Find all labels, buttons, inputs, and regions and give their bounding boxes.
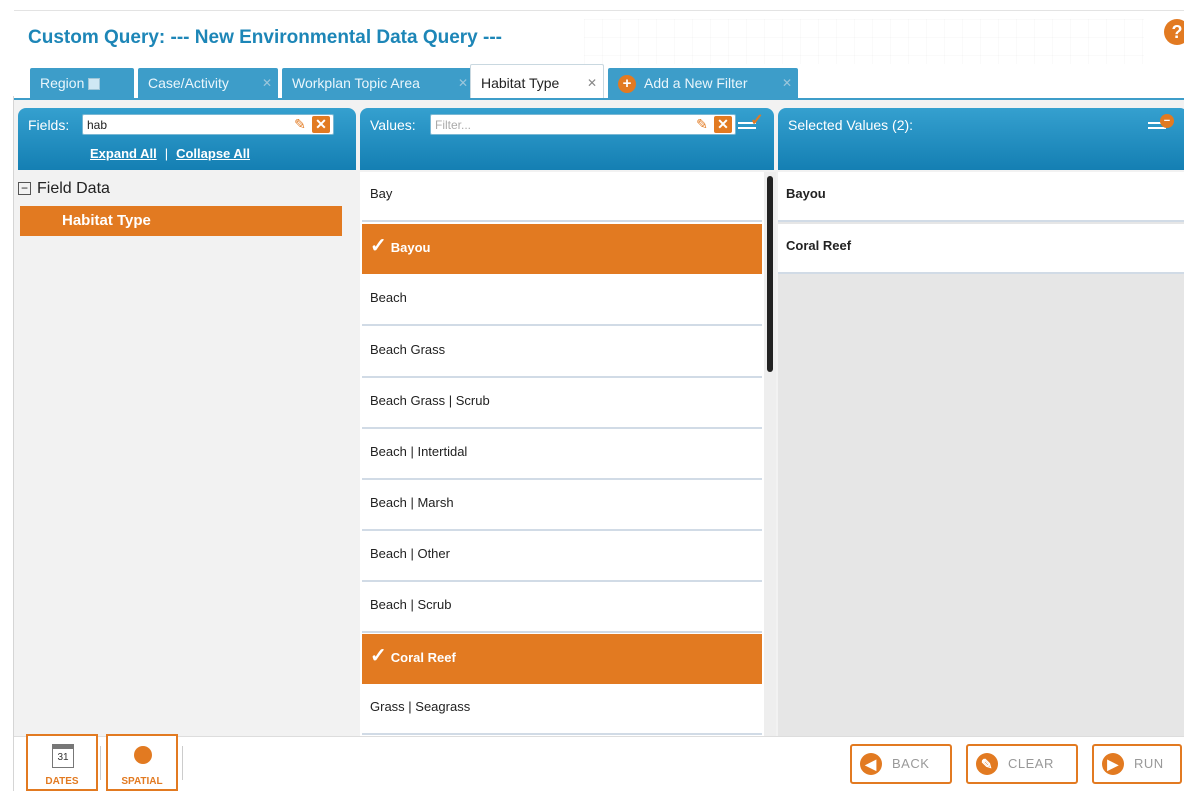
help-icon[interactable]: ?	[1164, 19, 1184, 45]
tab-workplan-topic-area[interactable]: Workplan Topic Area ✕	[282, 68, 474, 98]
select-all-icon[interactable]: ✓	[738, 113, 764, 132]
spatial-label: SPATIAL	[121, 776, 163, 787]
title-bar: Custom Query: --- New Environmental Data…	[14, 10, 1184, 65]
calendar-icon	[88, 78, 101, 91]
tab-add-new-filter[interactable]: + Add a New Filter ✕	[608, 68, 798, 98]
list-item[interactable]: Beach	[362, 276, 762, 326]
close-icon[interactable]: ✕	[458, 68, 468, 98]
arrow-left-icon: ◀	[860, 753, 882, 775]
tree-node-habitat-type[interactable]: Habitat Type	[20, 206, 342, 236]
globe-icon	[134, 746, 152, 764]
list-item-label: Beach | Marsh	[370, 495, 454, 510]
back-label: BACK	[892, 756, 930, 771]
calendar-icon: 31	[52, 744, 74, 768]
clear-icon[interactable]: ✕	[714, 116, 732, 133]
list-item[interactable]: Beach | Marsh	[362, 481, 762, 531]
list-item-label: Beach Grass | Scrub	[370, 393, 490, 408]
list-item[interactable]: ✓ Bayou	[362, 224, 762, 274]
check-icon: ✓	[370, 235, 387, 257]
values-filter-input[interactable]	[435, 117, 685, 132]
clear-button[interactable]: ✎ CLEAR	[966, 744, 1078, 784]
spatial-button[interactable]: SPATIAL	[106, 734, 178, 791]
dates-label: DATES	[45, 776, 79, 787]
selected-values-label: Selected Values (2):	[788, 117, 914, 133]
tab-label: Workplan Topic Area	[292, 75, 420, 91]
header-pattern	[584, 19, 1144, 65]
collapse-all-link[interactable]: Collapse All	[176, 146, 250, 161]
list-item-label: Grass | Seagrass	[370, 699, 471, 714]
selected-values-list: Bayou Coral Reef	[778, 172, 1184, 738]
values-list: Bay ✓ Bayou Beach Beach Grass Beach Grass…	[360, 172, 764, 738]
values-scrollbar[interactable]	[764, 172, 776, 738]
filter-tabs: Region Case/Activity ✕ Workplan Topic Are…	[14, 64, 1184, 98]
divider	[100, 746, 101, 780]
arrow-right-icon: ▶	[1102, 753, 1124, 775]
tab-label: Add a New Filter	[644, 75, 748, 91]
tab-region[interactable]: Region	[30, 68, 134, 98]
field-tree: − Field Data Habitat Type	[18, 172, 356, 738]
list-item[interactable]: Bayou	[778, 172, 1184, 222]
tab-case-activity[interactable]: Case/Activity ✕	[138, 68, 278, 98]
check-icon: ✓	[370, 645, 387, 667]
values-filter: ✎ ✕	[430, 114, 736, 135]
list-item[interactable]: Beach Grass | Scrub	[362, 379, 762, 429]
left-edge	[0, 96, 14, 791]
fields-label: Fields:	[28, 117, 70, 133]
back-button[interactable]: ◀ BACK	[850, 744, 952, 784]
list-item[interactable]: Beach | Other	[362, 532, 762, 582]
tree-controls: Expand All | Collapse All	[90, 146, 250, 161]
collapse-toggle-icon[interactable]: −	[18, 182, 31, 196]
page-title: Custom Query: --- New Environmental Data…	[28, 27, 503, 48]
plus-icon: +	[618, 75, 636, 94]
list-item-label: Coral Reef	[390, 650, 456, 665]
close-icon[interactable]: ✕	[262, 68, 272, 98]
divider	[182, 746, 183, 780]
fields-search: ✎ ✕	[82, 114, 334, 135]
tree-node-field-data[interactable]: − Field Data	[18, 180, 110, 198]
clear-label: CLEAR	[1008, 756, 1054, 771]
list-item-label: Beach | Other	[370, 546, 450, 561]
dates-button[interactable]: 31 DATES	[26, 734, 98, 791]
close-icon[interactable]: ✕	[782, 68, 792, 98]
selected-panel-header: Selected Values (2): −	[778, 108, 1184, 170]
list-item-label: Bayou	[390, 240, 431, 255]
pencil-icon[interactable]: ✎	[693, 116, 711, 133]
close-icon[interactable]: ✕	[587, 65, 597, 101]
clear-icon[interactable]: ✕	[312, 116, 330, 133]
separator: |	[164, 146, 169, 161]
values-label: Values:	[370, 117, 416, 133]
list-item[interactable]: Beach | Scrub	[362, 583, 762, 633]
list-item[interactable]: Beach | Intertidal	[362, 430, 762, 480]
list-item[interactable]: Coral Reef	[778, 224, 1184, 274]
tab-label: Habitat Type	[481, 75, 560, 91]
tab-label: Case/Activity	[148, 75, 229, 91]
list-item-label: Beach | Scrub	[370, 597, 452, 612]
list-item[interactable]: Grass | Seagrass	[362, 685, 762, 735]
values-panel-header: Values: ✎ ✕ ✓	[360, 108, 774, 170]
list-item[interactable]: ✓ Coral Reef	[362, 634, 762, 684]
tree-node-label: Field Data	[37, 180, 110, 197]
run-button[interactable]: ▶ RUN	[1092, 744, 1182, 784]
fields-search-input[interactable]	[87, 117, 283, 132]
broom-icon: ✎	[976, 753, 998, 775]
list-item-label: Beach	[370, 290, 407, 305]
remove-all-icon[interactable]: −	[1148, 114, 1174, 132]
list-item-label: Beach Grass	[370, 342, 446, 357]
list-item[interactable]: Beach Grass	[362, 328, 762, 378]
fields-panel-header: Fields: ✎ ✕ Expand All | Collapse All	[18, 108, 356, 170]
scrollbar-thumb[interactable]	[767, 176, 773, 372]
list-item-label: Beach | Intertidal	[370, 444, 468, 459]
tab-label: Region	[40, 75, 85, 91]
tab-habitat-type[interactable]: Habitat Type ✕	[470, 64, 604, 98]
expand-all-link[interactable]: Expand All	[90, 146, 157, 161]
list-item-label: Bay	[370, 186, 393, 201]
list-item[interactable]: Bay	[362, 172, 762, 222]
pencil-icon[interactable]: ✎	[291, 116, 309, 133]
run-label: RUN	[1134, 756, 1164, 771]
